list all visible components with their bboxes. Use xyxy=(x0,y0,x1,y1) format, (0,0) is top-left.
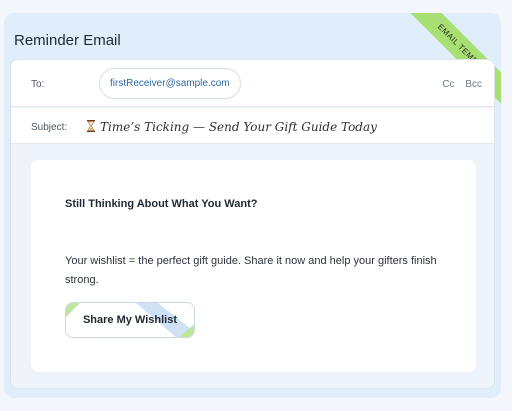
subject-label: Subject: xyxy=(31,122,68,133)
page-title: Reminder Email xyxy=(14,32,121,49)
email-panel: To: firstReceiver@sample.com Cc Bcc Subj… xyxy=(10,59,495,389)
email-body-card: Still Thinking About What You Want? Your… xyxy=(31,160,476,372)
cc-button[interactable]: Cc xyxy=(442,79,454,90)
subject-field[interactable]: Time’s Ticking — Send Your Gift Guide To… xyxy=(86,120,377,134)
email-card: EMAIL TEMPLATE Reminder Email To: firstR… xyxy=(4,13,501,398)
hourglass-icon xyxy=(87,120,95,132)
cc-bcc-controls: Cc Bcc xyxy=(434,79,482,90)
content-body: Your wishlist = the perfect gift guide. … xyxy=(65,255,437,286)
to-label: To: xyxy=(31,79,45,90)
share-wishlist-label: Share My Wishlist xyxy=(82,314,178,326)
subject-row: Subject: Time’s Ticking — Send Your Gift… xyxy=(11,108,494,144)
subject-text: Time’s Ticking — Send Your Gift Guide To… xyxy=(100,120,377,134)
to-row: To: firstReceiver@sample.com Cc Bcc xyxy=(11,60,494,107)
bcc-button[interactable]: Bcc xyxy=(465,79,482,90)
share-wishlist-button[interactable]: Share My Wishlist xyxy=(65,302,195,338)
recipient-chip[interactable]: firstReceiver@sample.com xyxy=(99,68,241,99)
content-heading: Still Thinking About What You Want? xyxy=(65,198,258,210)
